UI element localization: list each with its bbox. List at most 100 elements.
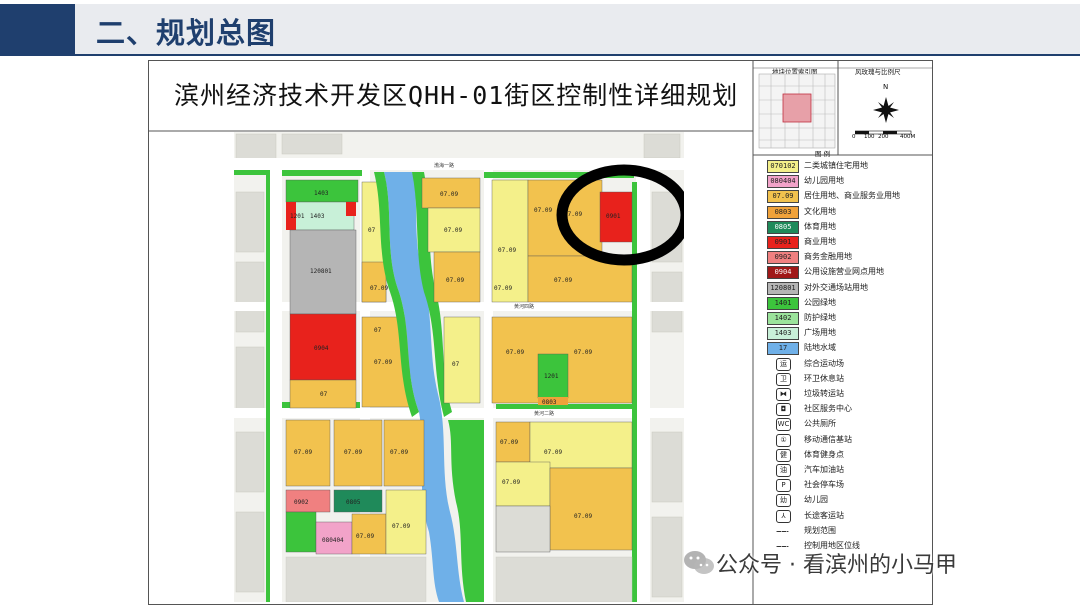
slide-title: 二、规划总图 bbox=[96, 16, 277, 50]
legend-item: 0902 商务金融用地 bbox=[764, 251, 934, 265]
legend-symbol-item: 运 综合运动场 bbox=[764, 357, 934, 371]
legend-label: 垃圾转运站 bbox=[804, 389, 844, 398]
wechat-icon bbox=[684, 551, 714, 574]
legend-symbol-item: WC 公共厕所 bbox=[764, 418, 934, 432]
road-label: 黄河二路 bbox=[534, 410, 554, 417]
block-label: 07 bbox=[320, 391, 328, 398]
legend-symbol-icon: ⧓ bbox=[776, 388, 791, 401]
legend-swatch: 0805 bbox=[767, 220, 799, 234]
legend-symbol-item: 健 体育健身点 bbox=[764, 448, 934, 462]
legend-label: 综合运动场 bbox=[804, 358, 844, 368]
legend-label: 移动通信基站 bbox=[804, 434, 852, 444]
legend-swatch: 0803 bbox=[767, 205, 799, 219]
legend-item: 120801 对外交通场站用地 bbox=[764, 281, 934, 295]
legend-symbol-item: ① 移动通信基站 bbox=[764, 433, 934, 447]
block-label: 0803 bbox=[542, 399, 557, 406]
legend-symbol-item: ◘ 社区服务中心 bbox=[764, 403, 934, 417]
block-label: 07.09 bbox=[534, 207, 552, 214]
location-inset-map bbox=[758, 73, 836, 149]
road-label: 渤海一路 bbox=[434, 162, 454, 169]
block-label: 07.09 bbox=[374, 359, 392, 366]
block-label: 120801 bbox=[310, 268, 332, 275]
legend-swatch: 0901 bbox=[767, 236, 799, 249]
header-rule bbox=[0, 54, 1080, 56]
legend-label: 陆地水域 bbox=[804, 343, 836, 353]
block-label: 07.09 bbox=[440, 191, 458, 198]
legend-symbol-icon: 运 bbox=[776, 357, 791, 371]
legend-label: 规划范围 bbox=[804, 525, 836, 535]
legend-swatch: 080404 bbox=[767, 175, 799, 189]
scale-tick: 400M bbox=[900, 134, 916, 140]
legend-swatch: 070102 bbox=[767, 160, 799, 173]
legend-swatch: 17 bbox=[767, 342, 799, 356]
scale-tick: 200 bbox=[878, 134, 889, 140]
legend-item: 0901 商业用地 bbox=[764, 236, 934, 249]
legend-label: 汽车加油站 bbox=[804, 465, 844, 474]
legend-swatch: 120801 bbox=[767, 281, 799, 295]
legend-swatch: 1403 bbox=[767, 327, 799, 341]
legend-item: 07.09 居住用地、商业服务业用地 bbox=[764, 190, 934, 204]
legend-label: 居住用地、商业服务业用地 bbox=[804, 191, 900, 201]
block-label: 07.09 bbox=[344, 449, 362, 456]
compass-inset-title: 风玫瑰与比例尺 bbox=[855, 68, 901, 76]
slide-header: 二、规划总图 bbox=[0, 0, 1080, 58]
legend-item: 0803 文化用地 bbox=[764, 205, 934, 219]
block-label: 07.09 bbox=[494, 285, 512, 292]
road-label: 黄河四路 bbox=[514, 303, 534, 310]
legend-symbol-item: P 社会停车场 bbox=[764, 479, 934, 493]
block-label: 07.09 bbox=[356, 533, 374, 540]
land-use-map: 渤海一路 黄河四路 黄河二路 1403 1403 1201 120801 090… bbox=[234, 132, 684, 602]
legend-label: 防护绿地 bbox=[804, 313, 836, 322]
legend-label: 长途客运站 bbox=[804, 510, 844, 520]
legend-label: 社区服务中心 bbox=[804, 404, 852, 414]
legend-label: 体育用地 bbox=[804, 221, 836, 231]
block-label: 07.09 bbox=[574, 349, 592, 356]
legend-symbol-item: 卫 环卫休息站 bbox=[764, 372, 934, 386]
legend-symbol-icon: WC bbox=[776, 418, 791, 432]
legend-symbol-icon: P bbox=[776, 479, 791, 493]
block-label: 07.09 bbox=[544, 449, 562, 456]
block-label: 080404 bbox=[322, 537, 344, 544]
block-label: 07.09 bbox=[370, 285, 388, 292]
legend-symbol-icon: ⅄ bbox=[776, 509, 791, 523]
legend-label: 商务金融用地 bbox=[804, 252, 852, 262]
block-label: 0904 bbox=[314, 345, 329, 352]
legend-swatch: 1402 bbox=[767, 312, 799, 325]
block-label: 07.09 bbox=[444, 227, 462, 234]
block-label: 07 bbox=[374, 327, 382, 334]
legend-item: 1403 广场用地 bbox=[764, 327, 934, 341]
legend-item: 17 陆地水域 bbox=[764, 342, 934, 356]
block-label: 07 bbox=[368, 227, 376, 234]
block-label: 07 bbox=[452, 361, 460, 368]
legend-label: 对外交通场站用地 bbox=[804, 282, 868, 292]
legend-label: 商业用地 bbox=[804, 237, 836, 246]
legend-symbol-item: 幼 幼儿园 bbox=[764, 494, 934, 508]
block-label: 07.09 bbox=[390, 449, 408, 456]
legend-symbol-icon bbox=[776, 530, 789, 532]
block-label: 07.09 bbox=[392, 523, 410, 530]
block-label: 0902 bbox=[294, 499, 309, 506]
plan-title: 滨州经济技术开发区QHH-01街区控制性详细规划 bbox=[174, 81, 739, 110]
legend-label: 公共厕所 bbox=[804, 419, 836, 429]
block-label: 07.09 bbox=[498, 247, 516, 254]
legend-symbol-icon: 健 bbox=[776, 448, 791, 462]
block-label: 1201 bbox=[290, 213, 305, 220]
block-label: 07.09 bbox=[574, 513, 592, 520]
block-label: 0805 bbox=[346, 499, 361, 506]
legend-swatch: 0902 bbox=[767, 251, 799, 265]
legend-item: 1401 公园绿地 bbox=[764, 296, 934, 310]
legend-label: 体育健身点 bbox=[804, 449, 844, 459]
legend-symbol-icon: 油 bbox=[776, 464, 791, 477]
legend-symbol-item: 规划范围 bbox=[764, 525, 934, 538]
scale-tick: 100 bbox=[864, 134, 875, 140]
scale-bar-labels: 0 100 200 400M bbox=[852, 134, 922, 142]
header-accent-tab bbox=[0, 4, 75, 54]
legend-symbol-item: ⧓ 垃圾转运站 bbox=[764, 388, 934, 401]
legend-swatch: 07.09 bbox=[767, 190, 799, 204]
block-label: 07.09 bbox=[500, 439, 518, 446]
legend-symbol-icon: 幼 bbox=[776, 494, 791, 508]
scale-tick: 0 bbox=[852, 134, 856, 140]
legend-label: 环卫休息站 bbox=[804, 373, 844, 383]
block-label: 1403 bbox=[314, 190, 329, 197]
block-label: 1403 bbox=[310, 213, 325, 220]
